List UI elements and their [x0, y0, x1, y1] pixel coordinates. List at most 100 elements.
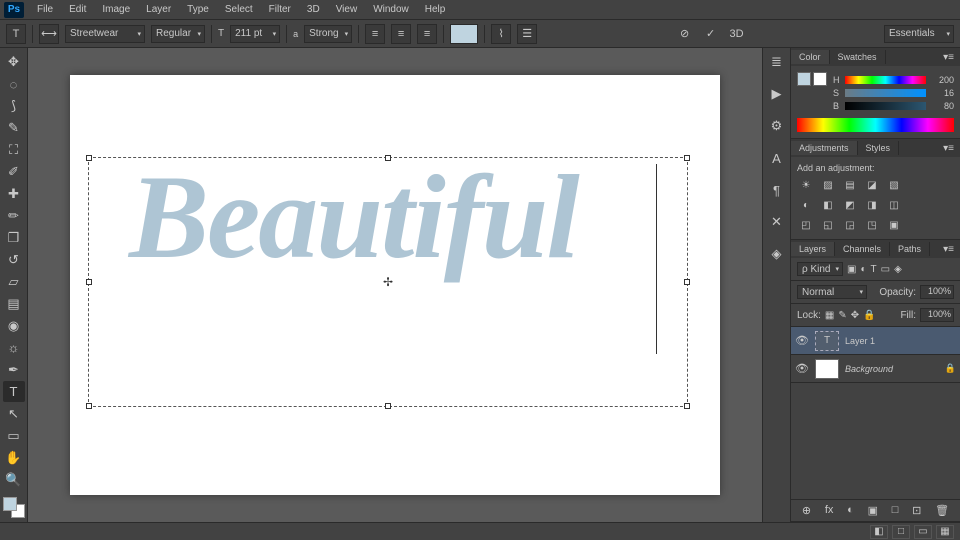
workspace-switcher[interactable]: Essentials	[884, 25, 954, 43]
dodge-tool[interactable]: ☼	[3, 337, 25, 358]
layer-row[interactable]: 👁 Background 🔒	[791, 355, 960, 383]
menu-edit[interactable]: Edit	[62, 2, 93, 17]
tab-adjustments[interactable]: Adjustments	[791, 141, 858, 155]
history-brush-tool[interactable]: ↺	[3, 250, 25, 271]
resize-handle-bm[interactable]	[385, 403, 391, 409]
character-panel-icon[interactable]: A	[767, 148, 787, 168]
layer-thumb[interactable]: T	[815, 331, 839, 351]
canvas-text[interactable]: Beautiful	[129, 148, 578, 286]
hue-slider[interactable]	[845, 76, 926, 84]
screen-mode-button[interactable]: ▦	[936, 525, 954, 539]
resize-handle-tm[interactable]	[385, 155, 391, 161]
adj-bw[interactable]: ◩	[841, 197, 859, 213]
zoom-tool[interactable]: 🔍	[3, 469, 25, 490]
align-left-button[interactable]: ≡	[365, 24, 385, 44]
align-right-button[interactable]: ≡	[417, 24, 437, 44]
adj-photofilter[interactable]: ◨	[863, 197, 881, 213]
text-bounding-box[interactable]: Beautiful ✢	[88, 157, 688, 407]
document-area[interactable]: Beautiful ✢	[28, 48, 762, 522]
adj-threshold[interactable]: ◲	[841, 217, 859, 233]
font-style-dropdown[interactable]: Regular	[151, 25, 205, 43]
tab-styles[interactable]: Styles	[858, 141, 900, 155]
menu-type[interactable]: Type	[180, 2, 216, 17]
layer-name[interactable]: Background	[845, 364, 893, 374]
menu-select[interactable]: Select	[218, 2, 260, 17]
menu-layer[interactable]: Layer	[139, 2, 178, 17]
shape-tool[interactable]: ▭	[3, 425, 25, 446]
adj-invert[interactable]: ◰	[797, 217, 815, 233]
actions-panel-icon[interactable]: ▶	[767, 84, 787, 104]
layer-row[interactable]: 👁 T Layer 1	[791, 327, 960, 355]
screen-mode-button[interactable]: ◧	[870, 525, 888, 539]
filter-icon[interactable]: ◈	[894, 264, 902, 275]
brightness-value[interactable]: 80	[930, 101, 954, 111]
properties-panel-icon[interactable]: ⚙	[767, 116, 787, 136]
history-panel-icon[interactable]: ≣	[767, 52, 787, 72]
crop-tool[interactable]: ⛶	[3, 140, 25, 161]
panel-menu-icon[interactable]: ▾≡	[937, 143, 960, 154]
text-orientation-toggle[interactable]: ⟷	[39, 24, 59, 44]
opacity-input[interactable]: 100%	[920, 285, 954, 299]
warp-text-button[interactable]: ⌇	[491, 24, 511, 44]
adj-selectivecolor[interactable]: ▣	[885, 217, 903, 233]
color-swatch-pair[interactable]	[797, 72, 827, 114]
cancel-button[interactable]: ⊘	[675, 24, 695, 44]
adj-colorbalance[interactable]: ◧	[819, 197, 837, 213]
commit-button[interactable]: ✓	[701, 24, 721, 44]
visibility-icon[interactable]: 👁	[795, 334, 809, 347]
adj-posterize[interactable]: ◱	[819, 217, 837, 233]
screen-mode-button[interactable]: ▭	[914, 525, 932, 539]
menu-view[interactable]: View	[329, 2, 365, 17]
filter-icon[interactable]: ▭	[881, 264, 890, 275]
saturation-slider[interactable]	[845, 89, 926, 97]
canvas[interactable]: Beautiful ✢	[70, 75, 720, 495]
filter-icon[interactable]: ▣	[847, 264, 856, 275]
brush-panel-icon[interactable]: ✕	[767, 212, 787, 232]
bg-swatch[interactable]	[813, 72, 827, 86]
screen-mode-button[interactable]: □	[892, 525, 910, 539]
fill-input[interactable]: 100%	[920, 308, 954, 322]
menu-file[interactable]: File	[30, 2, 60, 17]
fg-swatch[interactable]	[797, 72, 811, 86]
color-ramp[interactable]	[797, 118, 954, 132]
3d-button[interactable]: 3D	[727, 24, 747, 44]
fx-button[interactable]: fx	[825, 504, 834, 517]
resize-handle-bl[interactable]	[86, 403, 92, 409]
visibility-icon[interactable]: 👁	[795, 362, 809, 375]
lock-position-icon[interactable]: ✥	[851, 310, 859, 321]
adj-levels[interactable]: ▨	[819, 177, 837, 193]
3d-panel-icon[interactable]: ◈	[767, 244, 787, 264]
link-button[interactable]: ⊕	[802, 504, 811, 517]
align-center-button[interactable]: ≡	[391, 24, 411, 44]
brightness-slider[interactable]	[845, 102, 926, 110]
foreground-background-colors[interactable]	[3, 497, 25, 518]
font-size-dropdown[interactable]: 211 pt	[230, 25, 280, 43]
foreground-color[interactable]	[3, 497, 17, 511]
stamp-tool[interactable]: ❐	[3, 228, 25, 249]
character-panel-button[interactable]: ☰	[517, 24, 537, 44]
lock-image-icon[interactable]: ✎	[838, 310, 846, 321]
blur-tool[interactable]: ◉	[3, 315, 25, 336]
marquee-tool[interactable]: ◌	[3, 74, 25, 95]
blend-mode-dropdown[interactable]: Normal	[797, 285, 867, 299]
quick-select-tool[interactable]: ✎	[3, 118, 25, 139]
healing-tool[interactable]: ✚	[3, 184, 25, 205]
delete-button[interactable]: 🗑	[935, 504, 949, 517]
paragraph-panel-icon[interactable]: ¶	[767, 180, 787, 200]
resize-handle-br[interactable]	[684, 403, 690, 409]
tab-swatches[interactable]: Swatches	[830, 50, 886, 64]
saturation-value[interactable]: 16	[930, 88, 954, 98]
active-tool-icon[interactable]: T	[6, 24, 26, 44]
eraser-tool[interactable]: ▱	[3, 272, 25, 293]
font-family-dropdown[interactable]: Streetwear	[65, 25, 145, 43]
layer-thumb[interactable]	[815, 359, 839, 379]
adjustment-button[interactable]: ▣	[868, 504, 878, 517]
resize-handle-mr[interactable]	[684, 279, 690, 285]
adj-channelmixer[interactable]: ◫	[885, 197, 903, 213]
brush-tool[interactable]: ✏	[3, 206, 25, 227]
group-button[interactable]: □	[892, 504, 899, 517]
resize-handle-tr[interactable]	[684, 155, 690, 161]
gradient-tool[interactable]: ▤	[3, 293, 25, 314]
eyedropper-tool[interactable]: ✐	[3, 162, 25, 183]
lasso-tool[interactable]: ⟆	[3, 96, 25, 117]
